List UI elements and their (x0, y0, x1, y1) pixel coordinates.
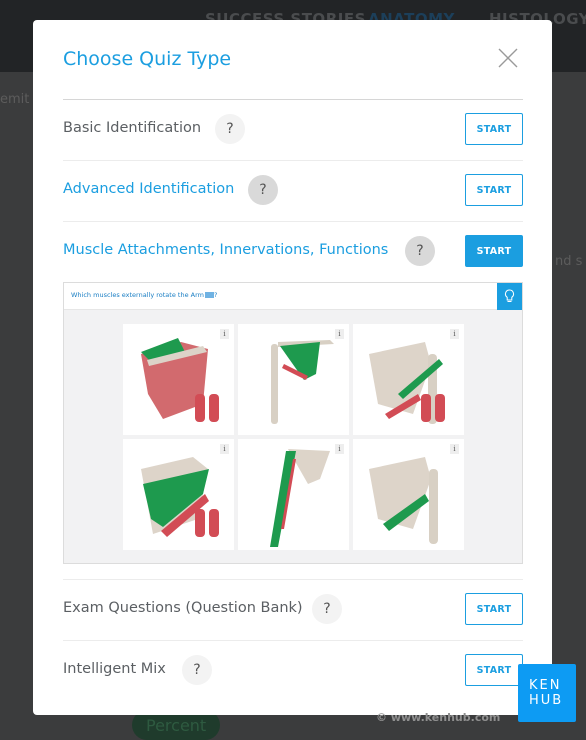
watermark: © www.kenhub.com (376, 711, 501, 724)
lightbulb-icon[interactable] (497, 283, 522, 310)
option-label: Basic Identification (63, 120, 202, 136)
quiz-option-advanced: Advanced Identification ? START (63, 171, 523, 211)
quiz-option-intelligent-mix: Intelligent Mix ? START (63, 651, 523, 691)
start-button[interactable]: START (465, 593, 523, 625)
answer-tile[interactable]: i (123, 439, 234, 550)
answer-tile[interactable]: i (353, 439, 464, 550)
help-button[interactable]: ? (215, 114, 245, 144)
start-button[interactable]: START (465, 174, 523, 206)
kenhub-logo[interactable]: KEN HUB (518, 664, 576, 722)
answer-tile[interactable]: i (123, 324, 234, 435)
start-button[interactable]: START (465, 113, 523, 145)
info-icon[interactable]: i (335, 329, 344, 339)
info-icon[interactable]: i (335, 444, 344, 454)
help-button[interactable]: ? (248, 175, 278, 205)
info-icon[interactable]: i (220, 329, 229, 339)
answer-grid: i i i i i i (123, 324, 464, 550)
logo-line: KEN (529, 678, 562, 693)
info-icon[interactable]: i (220, 444, 229, 454)
image-icon (204, 292, 214, 298)
preview-question: Which muscles externally rotate the Arm? (71, 291, 217, 299)
option-label: Intelligent Mix (63, 661, 166, 677)
question-text: Which muscles externally rotate the Arm (71, 291, 204, 299)
option-label: Advanced Identification (63, 181, 235, 197)
start-button[interactable]: START (465, 235, 523, 267)
preview-header: Which muscles externally rotate the Arm? (64, 283, 522, 310)
modal-title: Choose Quiz Type (63, 48, 232, 70)
divider (63, 99, 523, 100)
quiz-option-basic: Basic Identification ? START (63, 110, 523, 150)
divider (63, 579, 523, 580)
logo-line: HUB (529, 693, 564, 708)
info-icon[interactable]: i (450, 329, 459, 339)
divider (63, 221, 523, 222)
divider (63, 160, 523, 161)
help-button[interactable]: ? (405, 236, 435, 266)
quiz-option-muscle-attachments: Muscle Attachments, Innervations, Functi… (63, 232, 523, 272)
quiz-preview: Which muscles externally rotate the Arm?… (63, 282, 523, 564)
answer-tile[interactable]: i (238, 324, 349, 435)
background-text: emit (0, 92, 30, 107)
help-button[interactable]: ? (312, 594, 342, 624)
option-label: Exam Questions (Question Bank) (63, 600, 303, 616)
divider (63, 640, 523, 641)
answer-tile[interactable]: i (238, 439, 349, 550)
option-label: Muscle Attachments, Innervations, Functi… (63, 242, 389, 258)
help-button[interactable]: ? (182, 655, 212, 685)
info-icon[interactable]: i (450, 444, 459, 454)
question-suffix: ? (213, 291, 218, 299)
background-text: nd s (555, 254, 583, 269)
start-button[interactable]: START (465, 654, 523, 686)
quiz-type-modal: Choose Quiz Type Basic Identification ? … (33, 20, 552, 715)
quiz-option-exam-questions: Exam Questions (Question Bank) ? START (63, 590, 523, 630)
close-icon[interactable] (497, 47, 519, 69)
answer-tile[interactable]: i (353, 324, 464, 435)
